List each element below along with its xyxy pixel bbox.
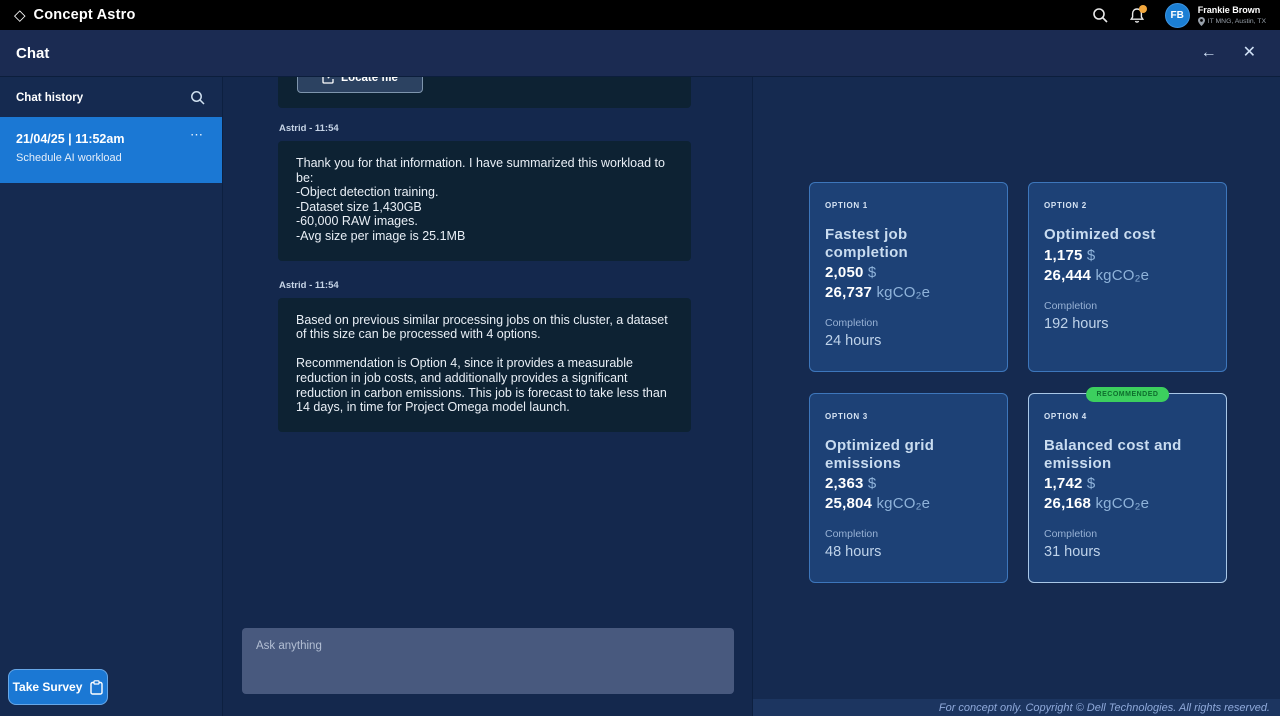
message-text: Based on previous similar processing job… bbox=[278, 298, 691, 432]
cost-value: 1,175 bbox=[1044, 247, 1083, 264]
option-card-4[interactable]: RECOMMENDED OPTION 4 Balanced cost and e… bbox=[1028, 393, 1227, 583]
copyright-text: For concept only. Copyright © Dell Techn… bbox=[939, 702, 1270, 714]
message-bubble: Thank you for that information. I have s… bbox=[278, 141, 691, 261]
top-app-bar: ◇ Concept Astro FB Frankie Brown IT MNG,… bbox=[0, 0, 1280, 30]
completion-label: Completion bbox=[1044, 528, 1211, 540]
titlebar-actions: ← ✕ bbox=[1201, 45, 1264, 61]
option-label: OPTION 3 bbox=[825, 412, 992, 421]
option-cost: 2,363 $ bbox=[825, 475, 992, 492]
completion-block: Completion 24 hours bbox=[825, 317, 992, 349]
user-location: IT MNG, Austin, TX bbox=[1198, 17, 1266, 26]
option-label: OPTION 4 bbox=[1044, 412, 1211, 421]
option-card-3[interactable]: OPTION 3 Optimized grid emissions 2,363 … bbox=[809, 393, 1008, 583]
topbar-actions: FB Frankie Brown IT MNG, Austin, TX bbox=[1092, 3, 1266, 28]
notifications-bell-icon[interactable] bbox=[1129, 7, 1145, 24]
completion-value: 48 hours bbox=[825, 544, 992, 560]
emissions-value: 25,804 bbox=[825, 495, 872, 512]
cost-unit: $ bbox=[868, 475, 877, 492]
item-overflow-menu-icon[interactable]: ⋯ bbox=[190, 127, 204, 143]
page-title: Chat bbox=[16, 45, 49, 62]
location-pin-icon bbox=[1198, 17, 1205, 26]
chat-history-sidebar: Chat history 21/04/25 | 11:52am Schedule… bbox=[0, 77, 222, 716]
locate-file-label: Locate file bbox=[341, 77, 398, 84]
avatar: FB bbox=[1165, 3, 1190, 28]
emissions-unit: kgCO₂e bbox=[876, 495, 930, 512]
chat-history-item[interactable]: 21/04/25 | 11:52am Schedule AI workload … bbox=[0, 117, 222, 183]
notification-dot bbox=[1139, 5, 1147, 13]
message-text: Thank you for that information. I have s… bbox=[278, 141, 691, 261]
option-emissions: 26,168 kgCO₂e bbox=[1044, 495, 1211, 512]
clipboard-icon bbox=[90, 680, 103, 695]
locate-file-icon bbox=[322, 77, 334, 84]
cost-value: 2,050 bbox=[825, 264, 864, 281]
chat-titlebar: Chat ← ✕ bbox=[0, 30, 1280, 77]
app-name: Concept Astro bbox=[34, 7, 136, 23]
option-emissions: 26,444 kgCO₂e bbox=[1044, 267, 1211, 284]
user-location-text: IT MNG, Austin, TX bbox=[1208, 18, 1266, 25]
user-name: Frankie Brown bbox=[1198, 5, 1266, 15]
option-title: Balanced cost and emission bbox=[1044, 437, 1211, 472]
emissions-value: 26,168 bbox=[1044, 495, 1091, 512]
completion-value: 24 hours bbox=[825, 333, 992, 349]
completion-value: 192 hours bbox=[1044, 316, 1211, 332]
emissions-unit: kgCO₂e bbox=[1095, 495, 1149, 512]
user-profile-chip[interactable]: FB Frankie Brown IT MNG, Austin, TX bbox=[1165, 3, 1266, 28]
option-emissions: 25,804 kgCO₂e bbox=[825, 495, 992, 512]
emissions-value: 26,444 bbox=[1044, 267, 1091, 284]
app-screen: ◇ Concept Astro FB Frankie Brown IT MNG,… bbox=[0, 0, 1280, 716]
cost-unit: $ bbox=[1087, 247, 1096, 264]
completion-label: Completion bbox=[825, 317, 992, 329]
option-label: OPTION 1 bbox=[825, 201, 992, 210]
history-search-icon[interactable] bbox=[190, 90, 206, 106]
emissions-unit: kgCO₂e bbox=[1095, 267, 1149, 284]
recommended-badge: RECOMMENDED bbox=[1086, 387, 1170, 402]
search-icon[interactable] bbox=[1092, 7, 1109, 24]
option-card-1[interactable]: OPTION 1 Fastest job completion 2,050 $ … bbox=[809, 182, 1008, 372]
history-title: Chat history bbox=[16, 92, 83, 104]
cost-value: 1,742 bbox=[1044, 475, 1083, 492]
back-arrow-icon[interactable]: ← bbox=[1201, 45, 1217, 61]
message-author: Astrid - 11:54 bbox=[279, 123, 691, 134]
option-emissions: 26,737 kgCO₂e bbox=[825, 284, 992, 301]
cost-value: 2,363 bbox=[825, 475, 864, 492]
message-bubble-clipped: Locate file bbox=[278, 77, 691, 108]
completion-block: Completion 192 hours bbox=[1044, 300, 1211, 332]
option-cost: 1,175 $ bbox=[1044, 247, 1211, 264]
completion-block: Completion 31 hours bbox=[1044, 528, 1211, 560]
emissions-value: 26,737 bbox=[825, 284, 872, 301]
option-label: OPTION 2 bbox=[1044, 201, 1211, 210]
app-logo-icon: ◇ bbox=[14, 8, 26, 23]
close-icon[interactable]: ✕ bbox=[1243, 45, 1256, 61]
chat-item-title: Schedule AI workload bbox=[16, 152, 206, 164]
completion-label: Completion bbox=[825, 528, 992, 540]
take-survey-button[interactable]: Take Survey bbox=[8, 669, 108, 705]
completion-value: 31 hours bbox=[1044, 544, 1211, 560]
user-meta: Frankie Brown IT MNG, Austin, TX bbox=[1198, 5, 1266, 26]
chat-input[interactable] bbox=[242, 628, 734, 694]
option-title: Fastest job completion bbox=[825, 226, 992, 261]
option-cost: 1,742 $ bbox=[1044, 475, 1211, 492]
message-scroll-area[interactable]: Locate file Astrid - 11:54 Thank you for… bbox=[223, 77, 752, 620]
options-panel: OPTION 1 Fastest job completion 2,050 $ … bbox=[753, 77, 1280, 716]
cost-unit: $ bbox=[868, 264, 877, 281]
message-bubble: Based on previous similar processing job… bbox=[278, 298, 691, 432]
footer: For concept only. Copyright © Dell Techn… bbox=[753, 699, 1280, 716]
take-survey-label: Take Survey bbox=[13, 680, 83, 694]
cost-unit: $ bbox=[1087, 475, 1096, 492]
option-title: Optimized grid emissions bbox=[825, 437, 992, 472]
completion-block: Completion 48 hours bbox=[825, 528, 992, 560]
option-title: Optimized cost bbox=[1044, 226, 1211, 244]
history-header: Chat history bbox=[0, 77, 222, 117]
locate-file-button[interactable]: Locate file bbox=[297, 77, 423, 93]
option-card-2[interactable]: OPTION 2 Optimized cost 1,175 $ 26,444 k… bbox=[1028, 182, 1227, 372]
message-author: Astrid - 11:54 bbox=[279, 280, 691, 291]
chat-conversation-panel: Locate file Astrid - 11:54 Thank you for… bbox=[222, 77, 753, 716]
emissions-unit: kgCO₂e bbox=[876, 284, 930, 301]
option-cost: 2,050 $ bbox=[825, 264, 992, 281]
chat-item-date: 21/04/25 | 11:52am bbox=[16, 132, 206, 146]
completion-label: Completion bbox=[1044, 300, 1211, 312]
